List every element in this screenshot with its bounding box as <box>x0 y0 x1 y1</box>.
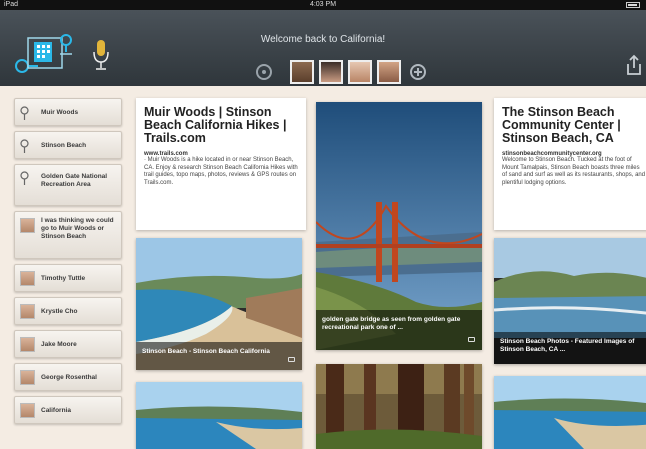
sidebar-item-jake-moore[interactable]: Jake Moore <box>14 330 122 358</box>
sidebar-item-stinson-beach[interactable]: Stinson Beach <box>14 131 122 159</box>
sidebar-item-label: Krystle Cho <box>41 308 78 315</box>
sidebar-item-california[interactable]: California <box>14 396 122 424</box>
photo-caption: Stinson Beach - Stinson Beach California <box>142 348 270 355</box>
photo-card-beach-bottom-left[interactable] <box>136 382 302 449</box>
photo-caption: Stinson Beach Photos - Featured Images o… <box>500 338 635 353</box>
collaborator-avatar[interactable] <box>348 60 372 84</box>
photo-caption: golden gate bridge as seen from golden g… <box>322 316 461 331</box>
beach-photo <box>136 382 302 449</box>
camera-icon <box>288 357 295 362</box>
sidebar-item-timothy-tuttle[interactable]: Timothy Tuttle <box>14 264 122 292</box>
photo-card-golden-gate[interactable]: golden gate bridge as seen from golden g… <box>316 102 482 350</box>
map-pin-icon <box>20 171 29 185</box>
photo-card-beach-bottom-right[interactable] <box>494 376 646 449</box>
settings-gear-icon[interactable] <box>256 64 272 80</box>
beach-photo <box>494 376 646 449</box>
sidebar-item-label: Timothy Tuttle <box>41 275 86 282</box>
sidebar-item-label: California <box>41 407 71 414</box>
sidebar-item-label: George Rosenthal <box>41 374 97 381</box>
result-card-muir-woods[interactable]: Muir Woods | Stinson Beach California Hi… <box>136 98 306 230</box>
collaborator-avatar[interactable] <box>377 60 401 84</box>
card-snippet: Welcome to Stinson Beach. Tucked at the … <box>502 157 646 186</box>
sidebar-item-george-rosenthal[interactable]: George Rosenthal <box>14 363 122 391</box>
sidebar-item-label: Golden Gate National Recreation Area <box>41 173 108 188</box>
user-avatar-icon <box>20 271 35 286</box>
status-bar: iPad 4:03 PM <box>0 0 646 10</box>
photo-card-redwoods[interactable] <box>316 364 482 449</box>
battery-icon <box>626 2 640 8</box>
card-title[interactable]: The Stinson Beach Community Center | Sti… <box>502 106 646 145</box>
map-pin-icon <box>20 139 29 153</box>
sidebar-item-label: I was thinking we could go to Muir Woods… <box>41 217 114 240</box>
sidebar-item-golden-gate[interactable]: Golden Gate National Recreation Area <box>14 164 122 206</box>
top-bar: Welcome back to California! <box>0 10 646 86</box>
user-avatar-icon <box>20 370 35 385</box>
sidebar-item-label: Muir Woods <box>41 109 79 116</box>
welcome-message: Welcome back to California! <box>260 34 386 45</box>
sidebar-item-message[interactable]: I was thinking we could go to Muir Woods… <box>14 211 122 259</box>
sidebar-item-label: Jake Moore <box>41 341 77 348</box>
user-avatar-icon <box>20 403 35 418</box>
user-avatar-icon <box>20 218 35 233</box>
photo-card-stinson-beach[interactable]: Stinson Beach - Stinson Beach California <box>136 238 302 370</box>
add-collaborator-icon[interactable] <box>410 64 426 80</box>
photo-card-stinson-featured[interactable]: Stinson Beach Photos - Featured Images o… <box>494 238 646 364</box>
content-area: Muir Woods Stinson Beach Golden Gate Nat… <box>0 86 646 449</box>
user-avatar-icon <box>20 337 35 352</box>
share-icon[interactable] <box>624 54 642 76</box>
sidebar-item-label: Stinson Beach <box>41 142 87 149</box>
golden-gate-bridge-photo <box>316 102 482 350</box>
sidebar-item-muir-woods[interactable]: Muir Woods <box>14 98 122 126</box>
sidebar-item-krystle-cho[interactable]: Krystle Cho <box>14 297 122 325</box>
card-snippet: · Muir Woods is a hike located in or nea… <box>144 157 298 186</box>
status-time: 4:03 PM <box>309 1 337 8</box>
collaborator-avatar[interactable] <box>319 60 343 84</box>
result-card-community-center[interactable]: The Stinson Beach Community Center | Sti… <box>494 98 646 230</box>
sidebar: Muir Woods Stinson Beach Golden Gate Nat… <box>8 94 126 449</box>
camera-icon <box>468 337 475 342</box>
user-avatar-icon <box>20 304 35 319</box>
map-pin-icon <box>20 106 29 120</box>
card-title[interactable]: Muir Woods | Stinson Beach California Hi… <box>144 106 298 145</box>
redwood-forest-photo <box>316 364 482 449</box>
collaborator-avatar[interactable] <box>290 60 314 84</box>
